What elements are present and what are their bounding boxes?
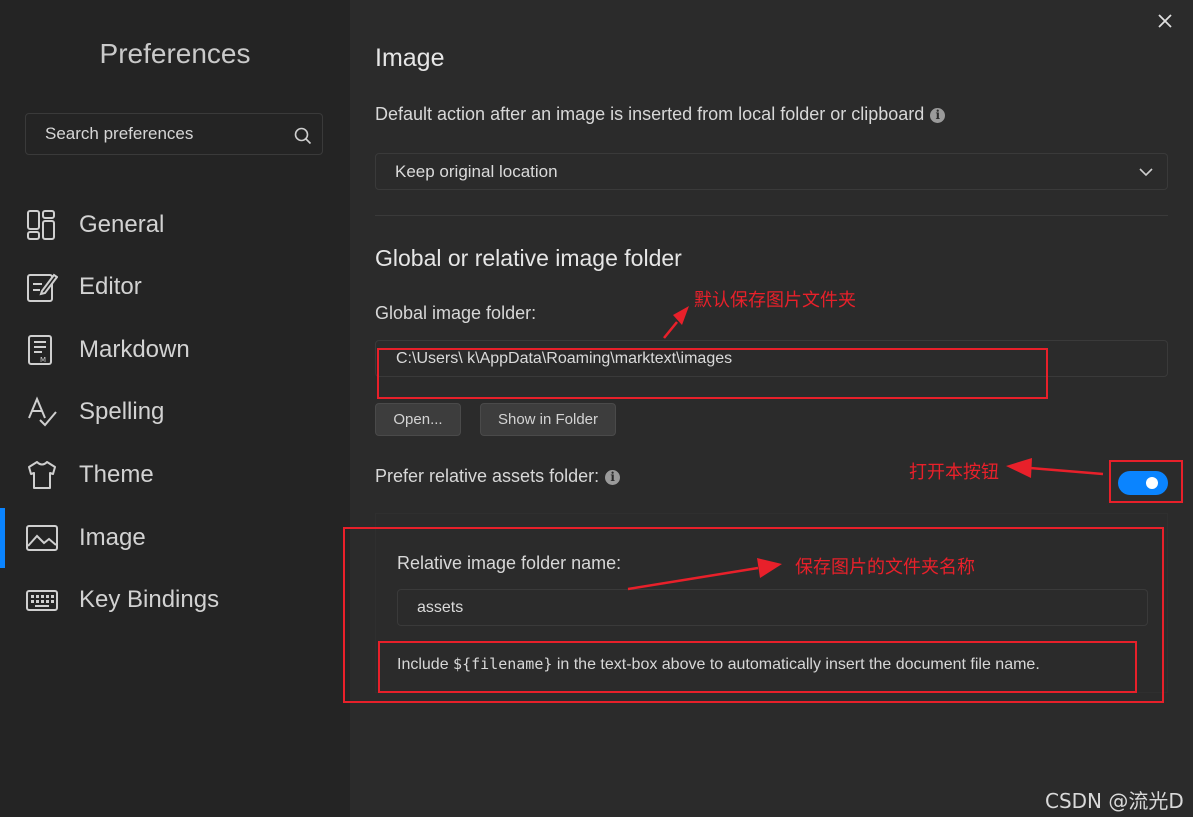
divider — [375, 215, 1168, 216]
default-action-select[interactable]: Keep original location — [375, 153, 1168, 190]
annotation-box-toggle — [1109, 460, 1183, 503]
sidebar-item-label: Markdown — [79, 336, 190, 363]
info-icon[interactable]: i — [605, 470, 621, 485]
sidebar-item-spelling[interactable]: Spelling — [0, 385, 350, 439]
annotation-folder-name: 保存图片的文件夹名称 — [795, 557, 975, 578]
info-icon[interactable]: i — [930, 108, 946, 123]
sidebar-item-label: Editor — [79, 273, 142, 300]
theme-icon — [28, 461, 56, 489]
folder-section-title: Global or relative image folder — [375, 245, 682, 271]
prefer-relative-label: Prefer relative assets folder: i — [375, 466, 621, 487]
svg-text:M: M — [40, 356, 46, 364]
sidebar-title: Preferences — [99, 38, 251, 69]
global-folder-label: Global image folder: — [375, 303, 537, 323]
search-icon[interactable] — [294, 127, 312, 145]
spelling-icon — [28, 396, 57, 427]
keyboard-icon — [26, 590, 58, 611]
open-button[interactable]: Open... — [375, 403, 461, 436]
sidebar-item-markdown[interactable]: M Markdown — [0, 323, 350, 377]
show-in-folder-button[interactable]: Show in Folder — [480, 403, 616, 436]
sidebar-item-key-bindings[interactable]: Key Bindings — [0, 573, 350, 627]
sidebar-item-label: Key Bindings — [79, 586, 220, 613]
editor-icon — [27, 273, 58, 302]
annotation-default-folder: 默认保存图片文件夹 — [694, 290, 856, 311]
annotation-box-global-folder — [377, 348, 1048, 399]
sidebar-item-label: Theme — [79, 461, 154, 488]
annotation-toggle: 打开本按钮 — [909, 462, 999, 483]
sidebar: Preferences General Editor — [0, 0, 350, 817]
image-icon — [26, 525, 58, 551]
sidebar-item-label: Spelling — [79, 398, 165, 425]
sidebar-item-label: Image — [79, 524, 146, 551]
default-action-label: Default action after an image is inserte… — [375, 104, 946, 125]
sidebar-item-editor[interactable]: Editor — [0, 260, 350, 314]
sidebar-item-general[interactable]: General — [0, 198, 350, 252]
search-input[interactable] — [26, 114, 276, 154]
watermark: CSDN @流光D — [1045, 789, 1184, 813]
section-title: Image — [375, 44, 445, 72]
chevron-down-icon — [1139, 168, 1153, 177]
prefer-relative-text: Prefer relative assets folder: — [375, 466, 600, 486]
sidebar-item-image[interactable]: Image — [0, 511, 350, 565]
sidebar-item-label: General — [79, 211, 165, 238]
general-icon — [27, 210, 55, 240]
default-action-text: Default action after an image is inserte… — [375, 104, 925, 124]
close-icon[interactable] — [1156, 12, 1174, 30]
sidebar-item-theme[interactable]: Theme — [0, 448, 350, 502]
markdown-icon: M — [28, 335, 52, 365]
annotation-box-hint — [378, 641, 1137, 693]
default-action-value: Keep original location — [395, 162, 558, 181]
search-box — [25, 113, 323, 155]
